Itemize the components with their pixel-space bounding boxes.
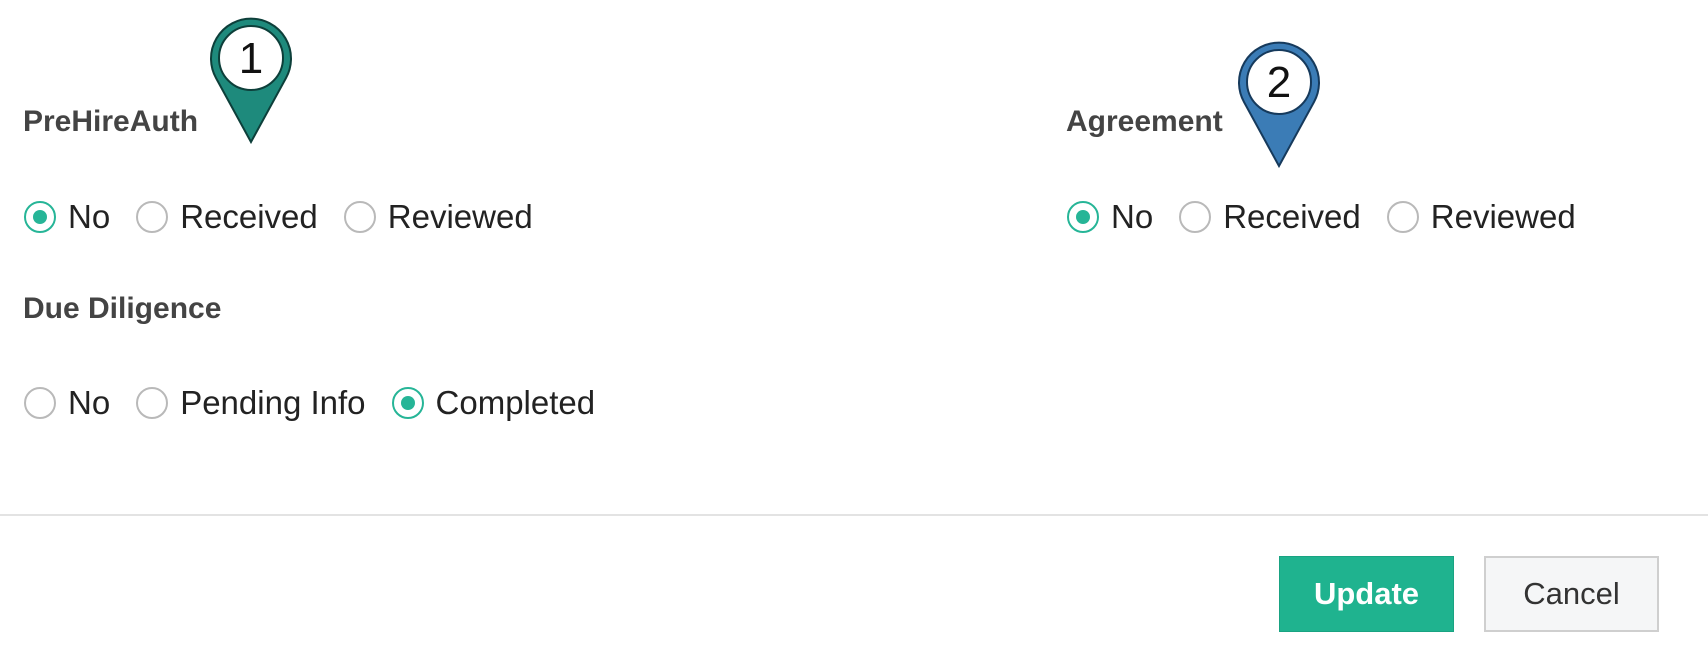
radio-option-label: No	[68, 198, 111, 235]
footer-divider	[0, 514, 1708, 516]
agreement-radio-group: No Received Reviewed	[1067, 197, 1602, 237]
radio-button-checked[interactable]	[391, 387, 424, 419]
radio-option-label: Reviewed	[387, 198, 533, 235]
radio-button[interactable]	[1386, 201, 1419, 233]
radio-button[interactable]	[136, 387, 169, 419]
due-diligence-label: Due Diligence	[23, 292, 222, 325]
radio-button[interactable]	[24, 387, 56, 419]
radio-option-label: No	[68, 384, 111, 421]
radio-button[interactable]	[136, 201, 169, 233]
radio-option-label: Received	[180, 198, 318, 235]
agreement-option-no[interactable]: No	[1067, 198, 1153, 236]
prehireauth-option-no[interactable]: No	[24, 198, 110, 236]
prehireauth-option-reviewed[interactable]: Reviewed	[343, 198, 533, 236]
map-pin-icon: 1	[210, 17, 292, 144]
prehireauth-option-received[interactable]: Received	[136, 198, 318, 236]
radio-option-label: No	[1111, 198, 1154, 235]
radio-option-label: Reviewed	[1430, 198, 1576, 235]
radio-option-label: Completed	[435, 384, 596, 421]
radio-button-checked[interactable]	[24, 201, 56, 233]
marker-number-2: 2	[1267, 58, 1291, 107]
due-diligence-option-pending-info[interactable]: Pending Info	[136, 384, 366, 422]
update-button[interactable]: Update	[1279, 556, 1454, 632]
radio-button[interactable]	[343, 201, 376, 233]
marker-number-1: 1	[239, 34, 263, 83]
due-diligence-radio-group: No Pending Info Completed	[24, 383, 621, 423]
radio-option-label: Received	[1223, 198, 1361, 235]
prehireauth-radio-group: No Received Reviewed	[24, 197, 559, 237]
radio-button[interactable]	[1179, 201, 1212, 233]
prehireauth-label: PreHireAuth	[23, 105, 199, 138]
radio-button-checked[interactable]	[1067, 201, 1099, 233]
agreement-option-received[interactable]: Received	[1179, 198, 1361, 236]
due-diligence-option-completed[interactable]: Completed	[391, 384, 596, 422]
cancel-button[interactable]: Cancel	[1484, 556, 1659, 632]
map-pin-icon: 2	[1238, 41, 1320, 168]
agreement-label: Agreement	[1066, 105, 1223, 138]
agreement-option-reviewed[interactable]: Reviewed	[1386, 198, 1576, 236]
due-diligence-option-no[interactable]: No	[24, 384, 110, 422]
radio-option-label: Pending Info	[180, 384, 366, 421]
